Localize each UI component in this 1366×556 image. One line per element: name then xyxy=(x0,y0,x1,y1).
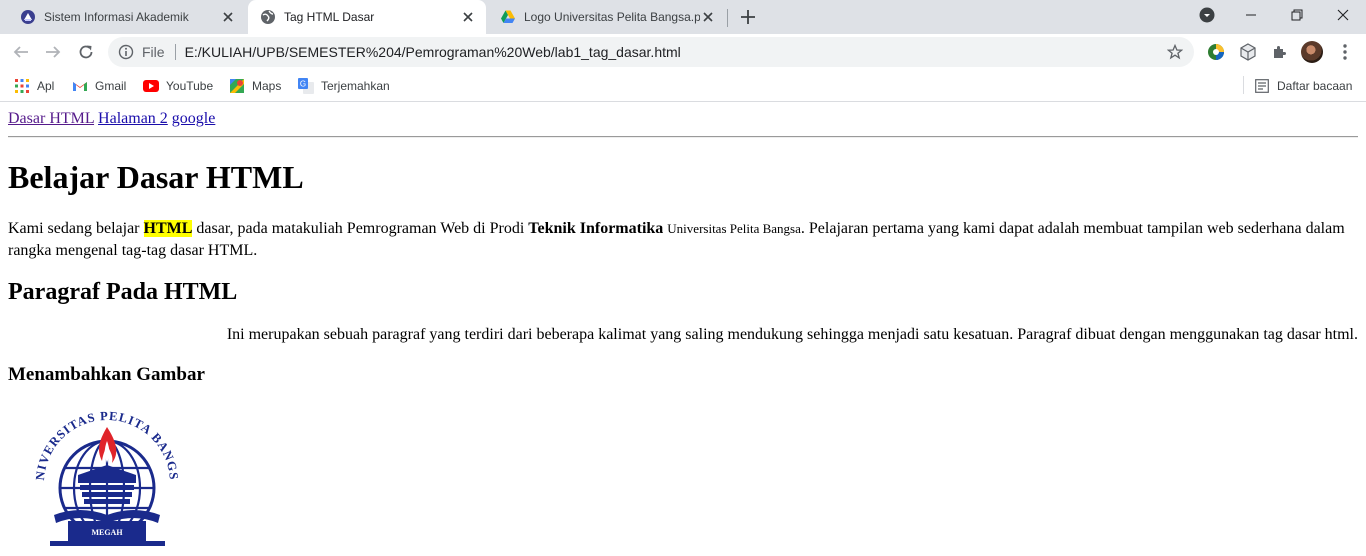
small-text: Universitas Pelita Bangsa xyxy=(667,221,801,236)
translate-icon: G xyxy=(298,78,314,94)
bookmark-apps[interactable]: Apl xyxy=(14,76,54,96)
extensions-puzzle-icon[interactable] xyxy=(1269,41,1291,63)
bookmark-label: Terjemahkan xyxy=(321,79,390,93)
link-halaman-2[interactable]: Halaman 2 xyxy=(98,110,168,127)
reading-list-button[interactable]: Daftar bacaan xyxy=(1254,76,1352,96)
bookmark-translate[interactable]: G Terjemahkan xyxy=(298,76,390,96)
page-title: Belajar Dasar HTML xyxy=(8,159,304,195)
intro-paragraph: Kami sedang belajar HTML dasar, pada mat… xyxy=(8,220,1345,259)
profile-avatar[interactable] xyxy=(1301,41,1323,63)
tab-tag-html-dasar[interactable]: Tag HTML Dasar xyxy=(248,0,486,34)
scheme-label: File xyxy=(142,44,165,60)
forward-button[interactable] xyxy=(40,39,66,65)
address-divider xyxy=(174,44,176,60)
section-heading-paragraf: Paragraf Pada HTML xyxy=(8,279,238,305)
right-aligned-paragraph: Ini merupakan sebuah paragraf yang terdi… xyxy=(226,326,1358,343)
link-dasar-html[interactable]: Dasar HTML xyxy=(8,110,94,127)
tab-title: Sistem Informasi Akademik xyxy=(44,10,189,24)
extension-colorful-icon[interactable] xyxy=(1205,41,1227,63)
svg-text:MEGAH: MEGAH xyxy=(91,528,123,537)
tab-logo-upb[interactable]: Logo Universitas Pelita Bangsa.png xyxy=(488,0,726,34)
university-logo-image: UNIVERSITAS PELITA BANGSA xyxy=(25,392,185,548)
page-viewport: Dasar HTML Halaman 2 google Belajar Dasa… xyxy=(0,103,1366,556)
horizontal-rule xyxy=(8,136,1358,138)
bookmarks-bar: Apl Gmail YouTube Maps G Terjemahkan Daf… xyxy=(0,70,1366,102)
bookmark-maps[interactable]: Maps xyxy=(229,76,281,96)
extension-cube-icon[interactable] xyxy=(1237,41,1259,63)
bookmarks-divider xyxy=(1243,76,1244,94)
minimize-button[interactable] xyxy=(1228,0,1274,30)
youtube-icon xyxy=(143,78,159,94)
bookmark-label: Gmail xyxy=(95,79,127,93)
section-heading-gambar: Menambahkan Gambar xyxy=(8,364,205,385)
highlighted-text: HTML xyxy=(143,220,193,237)
tab-search-button[interactable] xyxy=(1184,0,1230,30)
bookmark-label: Maps xyxy=(252,79,282,93)
close-tab-icon[interactable] xyxy=(700,9,716,25)
globe-icon xyxy=(260,9,276,25)
reload-button[interactable] xyxy=(73,39,99,65)
university-favicon-icon xyxy=(20,9,36,25)
address-bar[interactable]: File E:/KULIAH/UPB/SEMESTER%204/Pemrogra… xyxy=(108,37,1194,67)
svg-text:G: G xyxy=(300,80,306,89)
bookmark-star-icon[interactable] xyxy=(1166,43,1184,61)
bookmark-gmail[interactable]: Gmail xyxy=(72,76,126,96)
bookmark-label: Apl xyxy=(37,79,55,93)
close-tab-icon[interactable] xyxy=(220,9,236,25)
bookmark-label: YouTube xyxy=(166,79,214,93)
tab-strip: Sistem Informasi Akademik Tag HTML Dasar… xyxy=(0,0,1366,34)
url-text[interactable]: E:/KULIAH/UPB/SEMESTER%204/Pemrograman%2… xyxy=(185,44,681,60)
tab-separator xyxy=(727,9,728,27)
tab-title: Logo Universitas Pelita Bangsa.png xyxy=(524,10,700,24)
reading-list-icon xyxy=(1254,78,1270,94)
restore-button[interactable] xyxy=(1274,0,1320,30)
new-tab-button[interactable] xyxy=(738,7,758,27)
link-google[interactable]: google xyxy=(172,110,216,127)
maps-icon xyxy=(229,78,245,94)
tab-title: Tag HTML Dasar xyxy=(284,10,375,24)
gmail-icon xyxy=(72,78,88,94)
reading-list-label: Daftar bacaan xyxy=(1277,79,1353,93)
info-icon[interactable] xyxy=(118,44,134,60)
page-nav: Dasar HTML Halaman 2 google xyxy=(8,110,215,128)
tab-sistem-informasi[interactable]: Sistem Informasi Akademik xyxy=(8,0,246,34)
menu-kebab-icon[interactable] xyxy=(1334,41,1356,63)
google-drive-icon xyxy=(500,9,516,25)
close-tab-icon[interactable] xyxy=(460,9,476,25)
bookmark-youtube[interactable]: YouTube xyxy=(143,76,213,96)
close-window-button[interactable] xyxy=(1320,0,1366,30)
back-button[interactable] xyxy=(8,39,34,65)
browser-toolbar: File E:/KULIAH/UPB/SEMESTER%204/Pemrogra… xyxy=(0,34,1366,70)
apps-grid-icon xyxy=(14,78,30,94)
bold-text: Teknik Informatika xyxy=(528,220,664,237)
